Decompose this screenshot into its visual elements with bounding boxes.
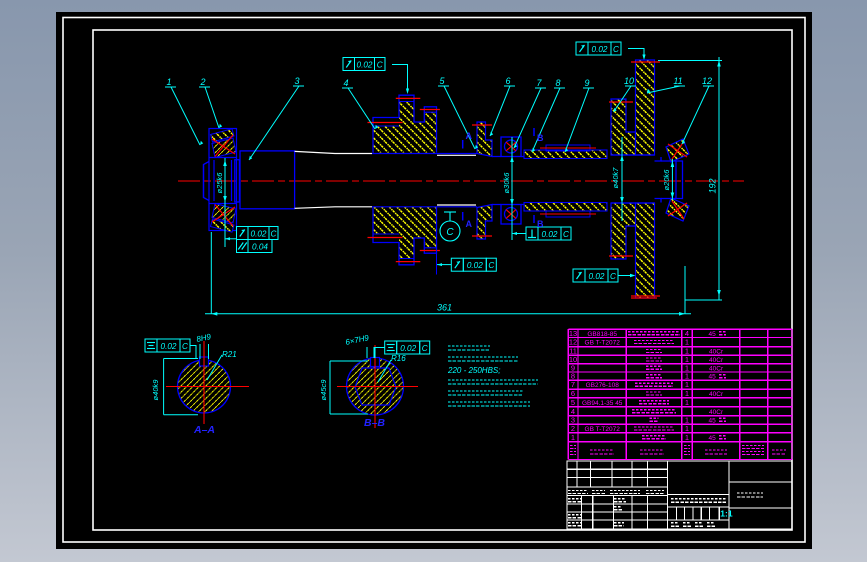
svg-text:1: 1 bbox=[685, 424, 689, 433]
svg-text:R16: R16 bbox=[391, 354, 406, 363]
svg-text:1: 1 bbox=[685, 389, 689, 398]
svg-text:1: 1 bbox=[685, 338, 689, 347]
svg-text:0.02: 0.02 bbox=[592, 45, 608, 54]
svg-text:6: 6 bbox=[505, 76, 510, 86]
svg-text:45: 45 bbox=[708, 418, 716, 425]
svg-text:40Cr: 40Cr bbox=[709, 357, 724, 364]
svg-text:11: 11 bbox=[673, 76, 682, 86]
svg-text:ø40k9: ø40k9 bbox=[151, 379, 160, 401]
svg-text:C: C bbox=[182, 342, 188, 351]
svg-text:C: C bbox=[613, 45, 619, 54]
svg-text:C: C bbox=[271, 229, 277, 238]
svg-text:C: C bbox=[377, 60, 383, 69]
svg-text:7: 7 bbox=[571, 380, 575, 389]
svg-text:1: 1 bbox=[571, 433, 575, 442]
svg-text:B: B bbox=[537, 133, 544, 143]
svg-text:45: 45 bbox=[708, 331, 716, 338]
svg-text:GB94.1-35 45: GB94.1-35 45 bbox=[582, 400, 623, 407]
svg-text:12: 12 bbox=[569, 338, 577, 347]
svg-text:9: 9 bbox=[584, 78, 589, 88]
svg-text:ø25k6: ø25k6 bbox=[215, 172, 224, 194]
svg-text:10: 10 bbox=[624, 76, 634, 86]
svg-text:A: A bbox=[466, 131, 473, 141]
svg-text:A–A: A–A bbox=[193, 424, 215, 436]
svg-text:1: 1 bbox=[685, 380, 689, 389]
svg-text:0.02: 0.02 bbox=[542, 230, 558, 239]
svg-text:0.02: 0.02 bbox=[251, 229, 267, 238]
svg-text:ø30k6: ø30k6 bbox=[502, 172, 511, 194]
svg-text:2: 2 bbox=[571, 424, 575, 433]
svg-text:GB818-85: GB818-85 bbox=[587, 331, 617, 338]
svg-text:GB T-T2072: GB T-T2072 bbox=[585, 340, 621, 347]
svg-text:0.02: 0.02 bbox=[357, 60, 373, 69]
svg-text:1: 1 bbox=[685, 433, 689, 442]
svg-text:ø40k7: ø40k7 bbox=[611, 167, 620, 189]
svg-text:0.02: 0.02 bbox=[400, 344, 416, 353]
svg-text:B–B: B–B bbox=[364, 417, 385, 429]
svg-text:192: 192 bbox=[708, 178, 718, 193]
svg-text:3: 3 bbox=[294, 76, 299, 86]
svg-text:40Cr: 40Cr bbox=[709, 391, 724, 398]
svg-text:C: C bbox=[422, 344, 428, 353]
svg-text:4: 4 bbox=[685, 329, 689, 338]
svg-text:40Cr: 40Cr bbox=[709, 409, 724, 416]
svg-text:B: B bbox=[537, 219, 544, 229]
svg-text:1: 1 bbox=[166, 77, 171, 87]
svg-text:0.04: 0.04 bbox=[252, 242, 268, 251]
svg-text:0.02: 0.02 bbox=[161, 342, 177, 351]
svg-text:13: 13 bbox=[569, 329, 577, 338]
svg-text:6: 6 bbox=[571, 389, 575, 398]
svg-text:R21: R21 bbox=[222, 350, 237, 359]
svg-text:361: 361 bbox=[437, 303, 452, 313]
svg-text:C: C bbox=[563, 230, 569, 239]
svg-text:220 - 250HBS;: 220 - 250HBS; bbox=[447, 366, 500, 375]
svg-text:ø20k6: ø20k6 bbox=[662, 169, 671, 191]
svg-text:4: 4 bbox=[343, 78, 348, 88]
svg-text:40Cr: 40Cr bbox=[709, 349, 724, 356]
svg-text:C: C bbox=[446, 227, 454, 238]
svg-text:ø45c9: ø45c9 bbox=[319, 379, 328, 401]
svg-text:C: C bbox=[610, 272, 616, 281]
svg-text:12: 12 bbox=[702, 76, 712, 86]
svg-text:GB276-108: GB276-108 bbox=[586, 382, 620, 389]
svg-text:A: A bbox=[466, 219, 473, 229]
svg-text:0.02: 0.02 bbox=[467, 261, 483, 270]
svg-text:0.02: 0.02 bbox=[589, 272, 605, 281]
svg-text:GB T-T2072: GB T-T2072 bbox=[585, 426, 621, 433]
svg-text:45: 45 bbox=[708, 374, 716, 381]
svg-text:C: C bbox=[488, 261, 494, 270]
svg-text:2: 2 bbox=[199, 77, 205, 87]
svg-text:1: 1 bbox=[685, 398, 689, 407]
svg-text:45: 45 bbox=[708, 435, 716, 442]
svg-text:40Cr: 40Cr bbox=[709, 365, 724, 372]
svg-text:5: 5 bbox=[571, 398, 575, 407]
svg-text:8: 8 bbox=[555, 78, 560, 88]
svg-text:1:1: 1:1 bbox=[720, 509, 733, 519]
